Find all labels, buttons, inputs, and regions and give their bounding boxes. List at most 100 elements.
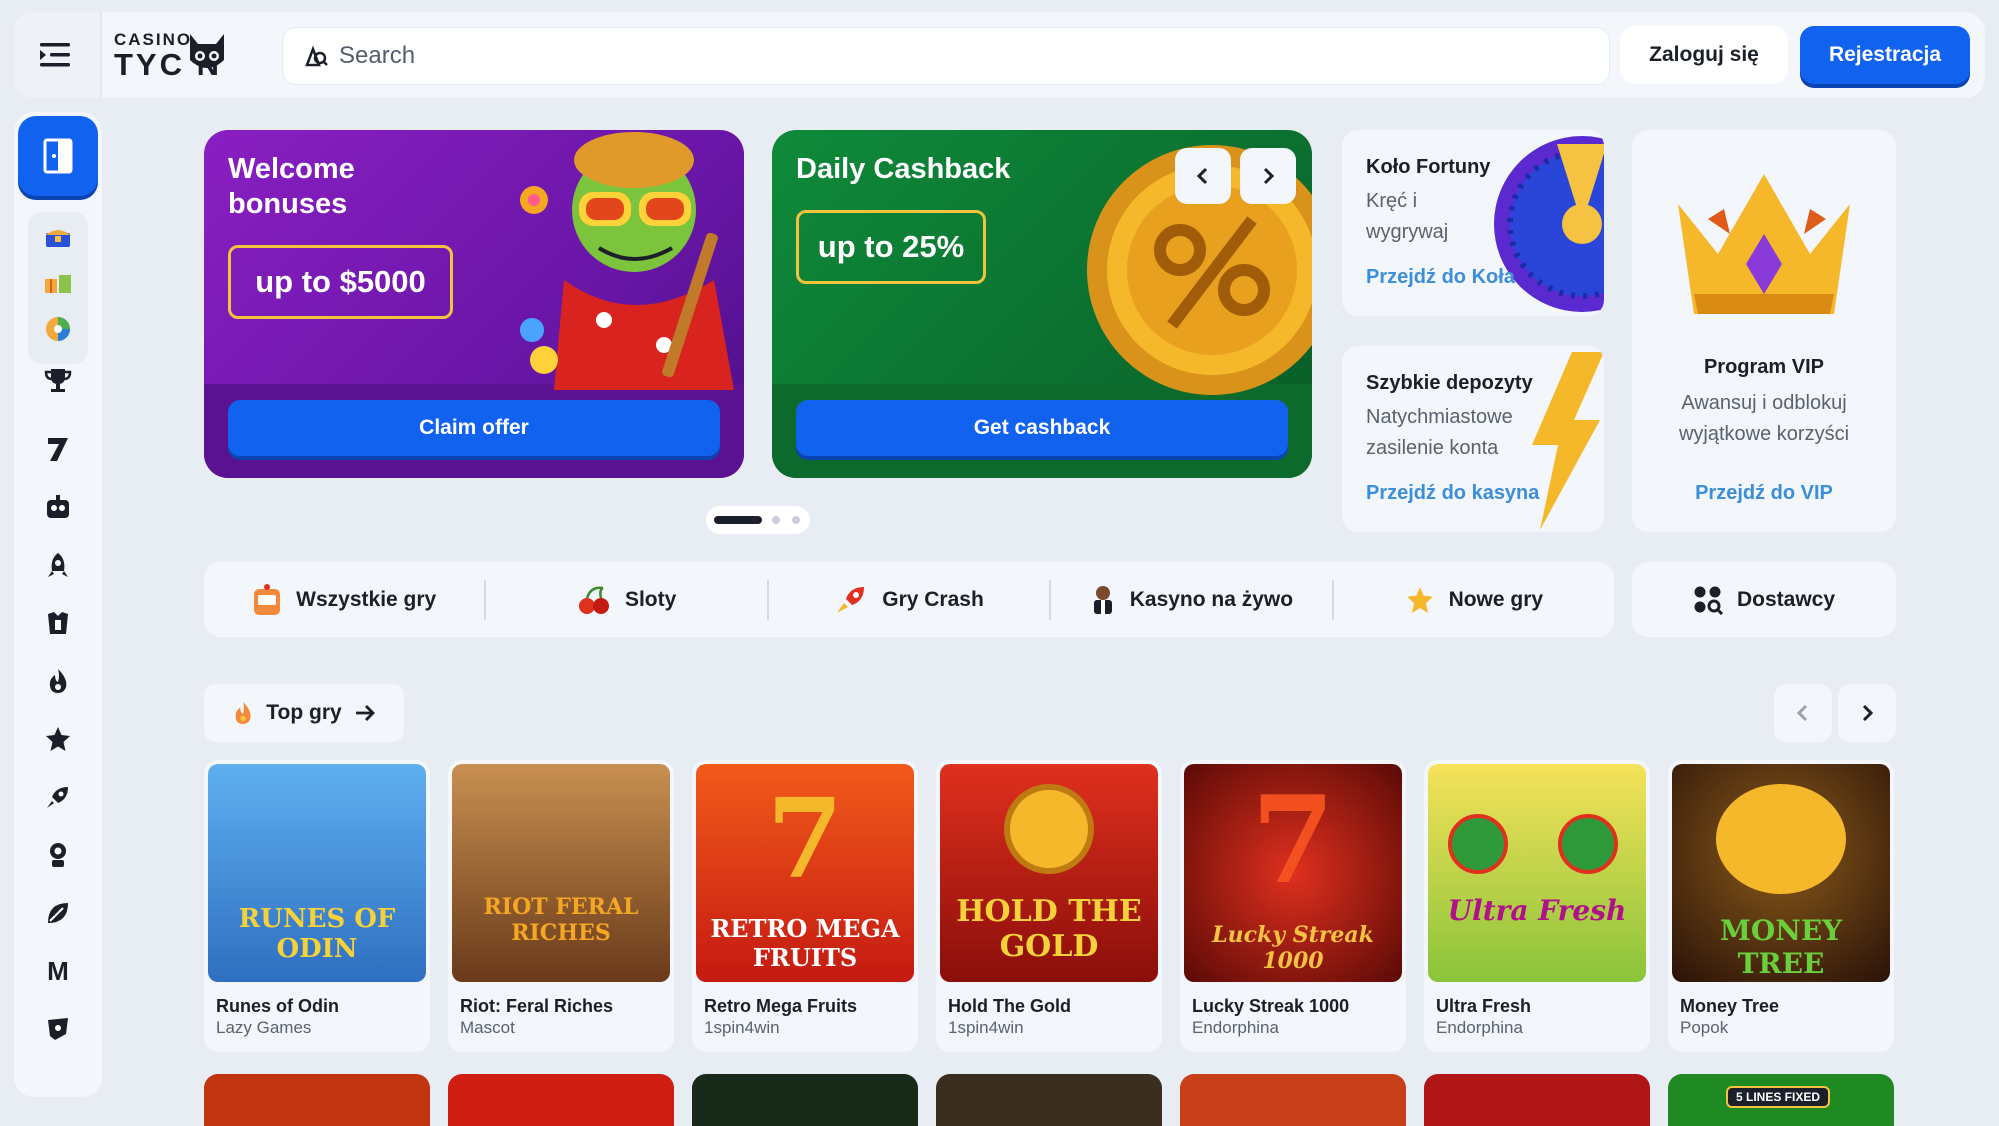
game-tile[interactable]	[1424, 1074, 1650, 1126]
provider-m-icon: M	[47, 955, 69, 986]
game-tile-money-tree[interactable]: MONEY TREE Money Tree Popok	[1668, 760, 1894, 1052]
game-thumbnail: RIOT FERAL RICHES	[452, 764, 670, 982]
game-tile-ultra-fresh[interactable]: Ultra Fresh Ultra Fresh Endorphina	[1424, 760, 1650, 1052]
welcome-bonus-banner: Welcome bonuses up to $5000 Claim offer	[204, 130, 744, 478]
game-tile-runes-of-odin[interactable]: RUNES OF ODIN Runes of Odin Lazy Games	[204, 760, 430, 1052]
game-art-title: Lucky Streak 1000	[1212, 922, 1374, 974]
rocket-icon	[48, 553, 68, 577]
gift-icon	[45, 275, 71, 293]
search-input[interactable]	[339, 42, 1539, 70]
banner-next-button[interactable]	[1240, 148, 1296, 204]
providers-button[interactable]: Dostawcy	[1632, 562, 1896, 637]
star-icon	[46, 727, 70, 751]
crash-rocket-icon	[47, 787, 68, 808]
welcome-bonus-title: Welcome bonuses	[228, 153, 355, 220]
cherry-icon	[578, 585, 609, 614]
game-tile-lucky-streak-1000[interactable]: 7 Lucky Streak 1000 Lucky Streak 1000 En…	[1180, 760, 1406, 1052]
category-label: Sloty	[624, 587, 677, 611]
vip-card-link[interactable]: Przejdź do VIP	[1632, 482, 1896, 505]
game-name: Money Tree	[1680, 996, 1780, 1016]
category-crash[interactable]: Gry Crash	[766, 579, 1049, 620]
claim-offer-button[interactable]: Claim offer	[228, 400, 720, 456]
sidebar-item-rocket[interactable]	[30, 540, 86, 590]
sidebar-item-favorites[interactable]	[30, 714, 86, 764]
game-tile[interactable]	[448, 1074, 674, 1126]
trophy-icon	[44, 369, 72, 392]
category-live-casino[interactable]: Kasyno na żywo	[1049, 579, 1331, 620]
game-tile[interactable]	[692, 1074, 918, 1126]
search-icon	[305, 45, 328, 67]
deposit-card-text: Natychmiastowe zasilenie konta	[1366, 406, 1513, 459]
sidebar: M	[14, 112, 102, 1097]
login-button[interactable]: Zaloguj się	[1620, 26, 1788, 84]
banner-prev-button[interactable]	[1175, 148, 1231, 204]
game-tile[interactable]: 5 LINES FIXED	[1668, 1074, 1894, 1126]
carousel-dot[interactable]	[792, 516, 800, 524]
fast-deposit-card[interactable]: Szybkie depozyty Natychmiastowe zasileni…	[1342, 346, 1604, 532]
chest-icon	[46, 230, 70, 247]
carousel-dot-active[interactable]	[714, 516, 762, 524]
game-name: Retro Mega Fruits	[704, 996, 858, 1016]
category-all-games[interactable]: Wszystkie gry	[204, 580, 484, 620]
vip-card-title: Program VIP	[1703, 356, 1825, 378]
register-button[interactable]: Rejestracja	[1800, 26, 1970, 84]
get-cashback-button[interactable]: Get cashback	[796, 400, 1288, 456]
menu-toggle-button[interactable]	[14, 12, 102, 98]
game-provider: 1spin4win	[704, 1018, 780, 1037]
game-provider: Endorphina	[1436, 1018, 1523, 1037]
sidebar-item-hot[interactable]	[30, 656, 86, 706]
menu-icon	[40, 43, 70, 67]
sidebar-item-dealer[interactable]	[30, 830, 86, 880]
sidebar-item-live[interactable]	[30, 598, 86, 648]
game-tile-hold-the-gold[interactable]: HOLD THE GOLD Hold The Gold 1spin4win	[936, 760, 1162, 1052]
game-provider: 1spin4win	[948, 1018, 1024, 1037]
game-thumbnail: MONEY TREE	[1672, 764, 1890, 982]
game-thumbnail: HOLD THE GOLD	[940, 764, 1158, 982]
games-next-button[interactable]	[1838, 684, 1896, 742]
game-art-title: RETRO MEGA FRUITS	[710, 914, 900, 972]
sidebar-item-bonus[interactable]	[30, 258, 86, 308]
chevron-right-icon	[1862, 704, 1873, 722]
wheel-card-text: Kręć i wygrywaj	[1366, 190, 1449, 243]
game-tile-retro-mega-fruits[interactable]: 7 RETRO MEGA FRUITS Retro Mega Fruits 1s…	[692, 760, 918, 1052]
deposit-card-link[interactable]: Przejdź do kasyna	[1366, 482, 1539, 505]
category-new-games[interactable]: Nowe gry	[1331, 579, 1614, 620]
search-bar[interactable]	[282, 27, 1610, 85]
wheel-card-link[interactable]: Przejdź do Koła	[1366, 266, 1515, 289]
sidebar-item-tournaments[interactable]	[30, 355, 86, 405]
casino-tycoon-logo[interactable]: CASINO TYC N	[114, 30, 224, 82]
sidebar-item-slots[interactable]	[30, 424, 86, 474]
top-games-link[interactable]: Top gry	[204, 684, 404, 742]
category-label: Nowe gry	[1448, 587, 1544, 611]
sidebar-item-lobby[interactable]	[18, 116, 98, 196]
game-tile[interactable]	[204, 1074, 430, 1126]
fire-icon	[235, 702, 251, 724]
game-tile-riot-feral-riches[interactable]: RIOT FERAL RICHES Riot: Feral Riches Mas…	[448, 760, 674, 1052]
vip-crown-icon	[1678, 174, 1850, 314]
games-prev-button[interactable]	[1774, 684, 1832, 742]
star-icon	[1406, 586, 1433, 613]
sidebar-item-provider-m[interactable]: M	[30, 946, 86, 996]
wheel-icon	[46, 317, 70, 341]
sidebar-item-robot[interactable]	[30, 482, 86, 532]
chevron-right-icon	[1263, 167, 1274, 185]
category-slots[interactable]: Sloty	[484, 579, 766, 620]
providers-grid-icon	[1694, 586, 1723, 615]
game-tile[interactable]	[1180, 1074, 1406, 1126]
daily-cashback-banner: Daily Cashback up to 25% Get cashback	[772, 130, 1312, 478]
sidebar-item-crash[interactable]	[30, 772, 86, 822]
crash-icon	[837, 586, 865, 613]
game-tile[interactable]	[936, 1074, 1162, 1126]
seven-icon	[48, 438, 68, 461]
game-thumbnail: 7 RETRO MEGA FRUITS	[696, 764, 914, 982]
top-games-label: Top gry	[266, 701, 342, 724]
carousel-dot[interactable]	[772, 516, 780, 524]
wheel-of-fortune-card[interactable]: Koło Fortuny Kręć i wygrywaj Przejdź do …	[1342, 130, 1604, 316]
sidebar-item-chest[interactable]	[30, 212, 86, 262]
game-name: Ultra Fresh	[1436, 996, 1532, 1016]
vip-program-card[interactable]: Program VIP Awansuj i odblokuj wyjątkowe…	[1632, 130, 1896, 532]
sidebar-item-shield[interactable]	[30, 1004, 86, 1054]
sidebar-item-sports[interactable]	[30, 888, 86, 938]
leaf-icon	[48, 903, 68, 923]
sidebar-item-wheel[interactable]	[30, 304, 86, 354]
